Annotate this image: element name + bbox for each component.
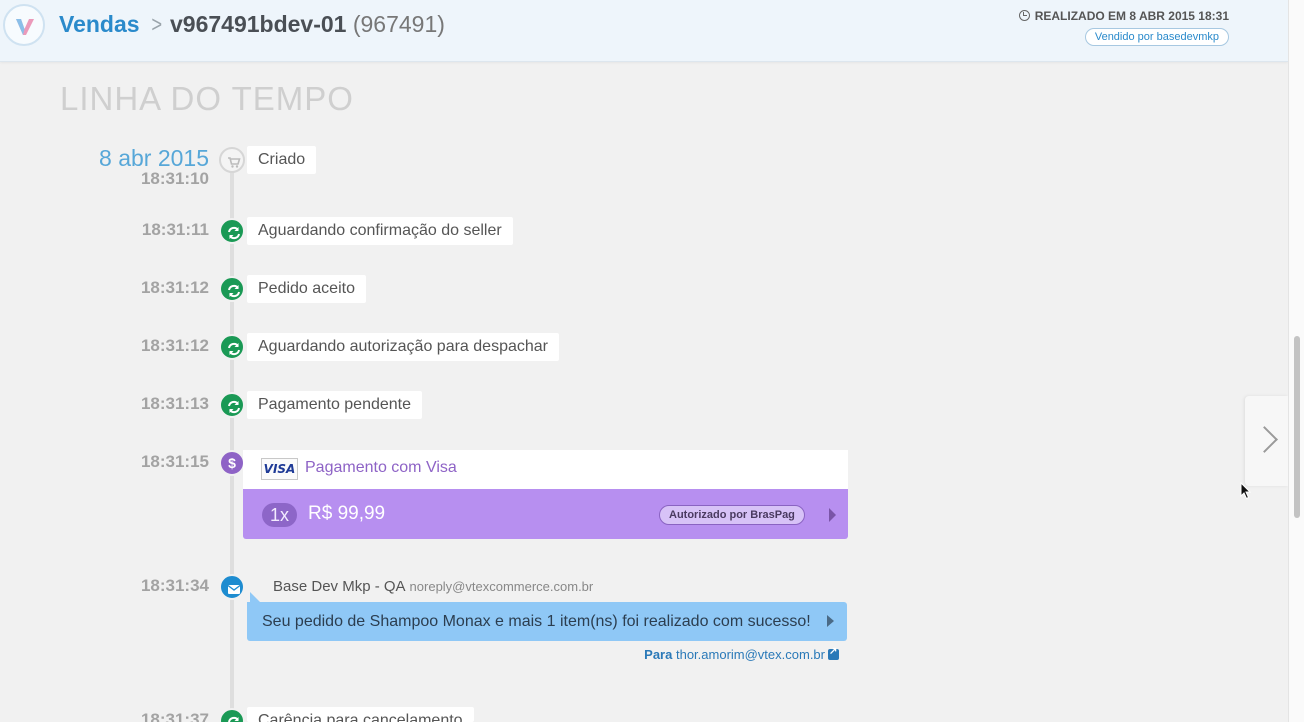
clock-icon (1018, 10, 1030, 21)
event-time: 18:31:10 (140, 169, 209, 188)
timeline-event: Aguardando autorização para despachar (247, 333, 559, 361)
timeline-event: Carência para cancelamento (247, 707, 474, 722)
event-time: 18:31:37 (140, 710, 209, 722)
event-time: 18:31:12 (140, 278, 209, 297)
authorization-badge: Autorizado por BrasPag (659, 505, 805, 525)
realized-label: REALIZADO EM 8 ABR 2015 18:31 (1034, 9, 1229, 23)
refresh-icon (219, 218, 245, 244)
event-time: 18:31:13 (140, 394, 209, 413)
email-sender-address: noreply@vtexcommerce.com.br (409, 579, 594, 594)
refresh-icon (219, 334, 245, 360)
timeline-event: Aguardando confirmação do seller (247, 217, 513, 245)
email-message[interactable]: Seu pedido de Shampoo Monax e mais 1 ite… (247, 602, 847, 641)
external-link-icon[interactable] (828, 646, 839, 660)
sold-by-badge[interactable]: Vendido por basedevmkp (1084, 28, 1229, 46)
email-sender-name: Base Dev Mkp - QA (273, 578, 406, 595)
next-order-button[interactable] (1245, 396, 1288, 486)
refresh-icon (219, 276, 245, 302)
timeline-title: LINHA DO TEMPO (60, 80, 354, 117)
order-name: v967491bdev-01 (169, 11, 347, 37)
email-sender: Base Dev Mkp - QA noreply@vtexcommerce.co… (273, 578, 593, 595)
page-header: Vendas > v967491bdev-01 (967491) REALIZADO… (0, 0, 1288, 62)
timeline-event: Pedido aceito (247, 275, 366, 303)
breadcrumb-separator: > (150, 11, 162, 37)
email-to-label: Para (644, 647, 673, 662)
envelope-icon (219, 574, 245, 600)
order-realized-date: REALIZADO EM 8 ABR 2015 18:31 (1018, 9, 1229, 23)
installments-badge: 1x (262, 503, 298, 527)
visa-card-icon: VISA (261, 458, 298, 480)
dollar-icon: $ (219, 450, 245, 476)
email-message-text: Seu pedido de Shampoo Monax e mais 1 ite… (262, 613, 811, 630)
payment-time: 18:31:15 (140, 452, 209, 471)
refresh-icon (219, 392, 245, 418)
email-time: 18:31:34 (140, 576, 209, 595)
timeline-line (230, 170, 234, 722)
event-time: 18:31:12 (140, 336, 209, 355)
vtex-logo-icon[interactable] (3, 4, 45, 46)
payment-header: VISA Pagamento com Visa (243, 450, 848, 489)
mouse-cursor-icon (1240, 482, 1252, 500)
event-time: 18:31:11 (141, 220, 209, 239)
expand-arrow-icon[interactable] (829, 508, 836, 522)
cart-icon (219, 147, 245, 173)
payment-title: Pagamento com Visa (305, 459, 457, 476)
scrollbar-thumb[interactable] (1294, 336, 1300, 518)
refresh-icon (219, 708, 245, 722)
payment-amount: R$ 99,99 (308, 503, 386, 524)
email-to-address: thor.amorim@vtex.com.br (675, 647, 825, 662)
scrollbar[interactable] (1288, 0, 1304, 722)
email-recipient[interactable]: Para thor.amorim@vtex.com.br (644, 646, 839, 662)
payment-details[interactable]: 1x R$ 99,99 Autorizado por BrasPag (243, 489, 848, 539)
breadcrumb-vendas-link[interactable]: Vendas (59, 11, 140, 37)
order-id: (967491) (352, 11, 445, 37)
timeline-date: 8 abr 2015 (99, 145, 209, 171)
breadcrumb: Vendas > v967491bdev-01 (967491) (59, 11, 445, 38)
expand-arrow-icon[interactable] (827, 615, 834, 627)
timeline-event: Criado (247, 146, 317, 174)
timeline-event: Pagamento pendente (247, 391, 423, 419)
